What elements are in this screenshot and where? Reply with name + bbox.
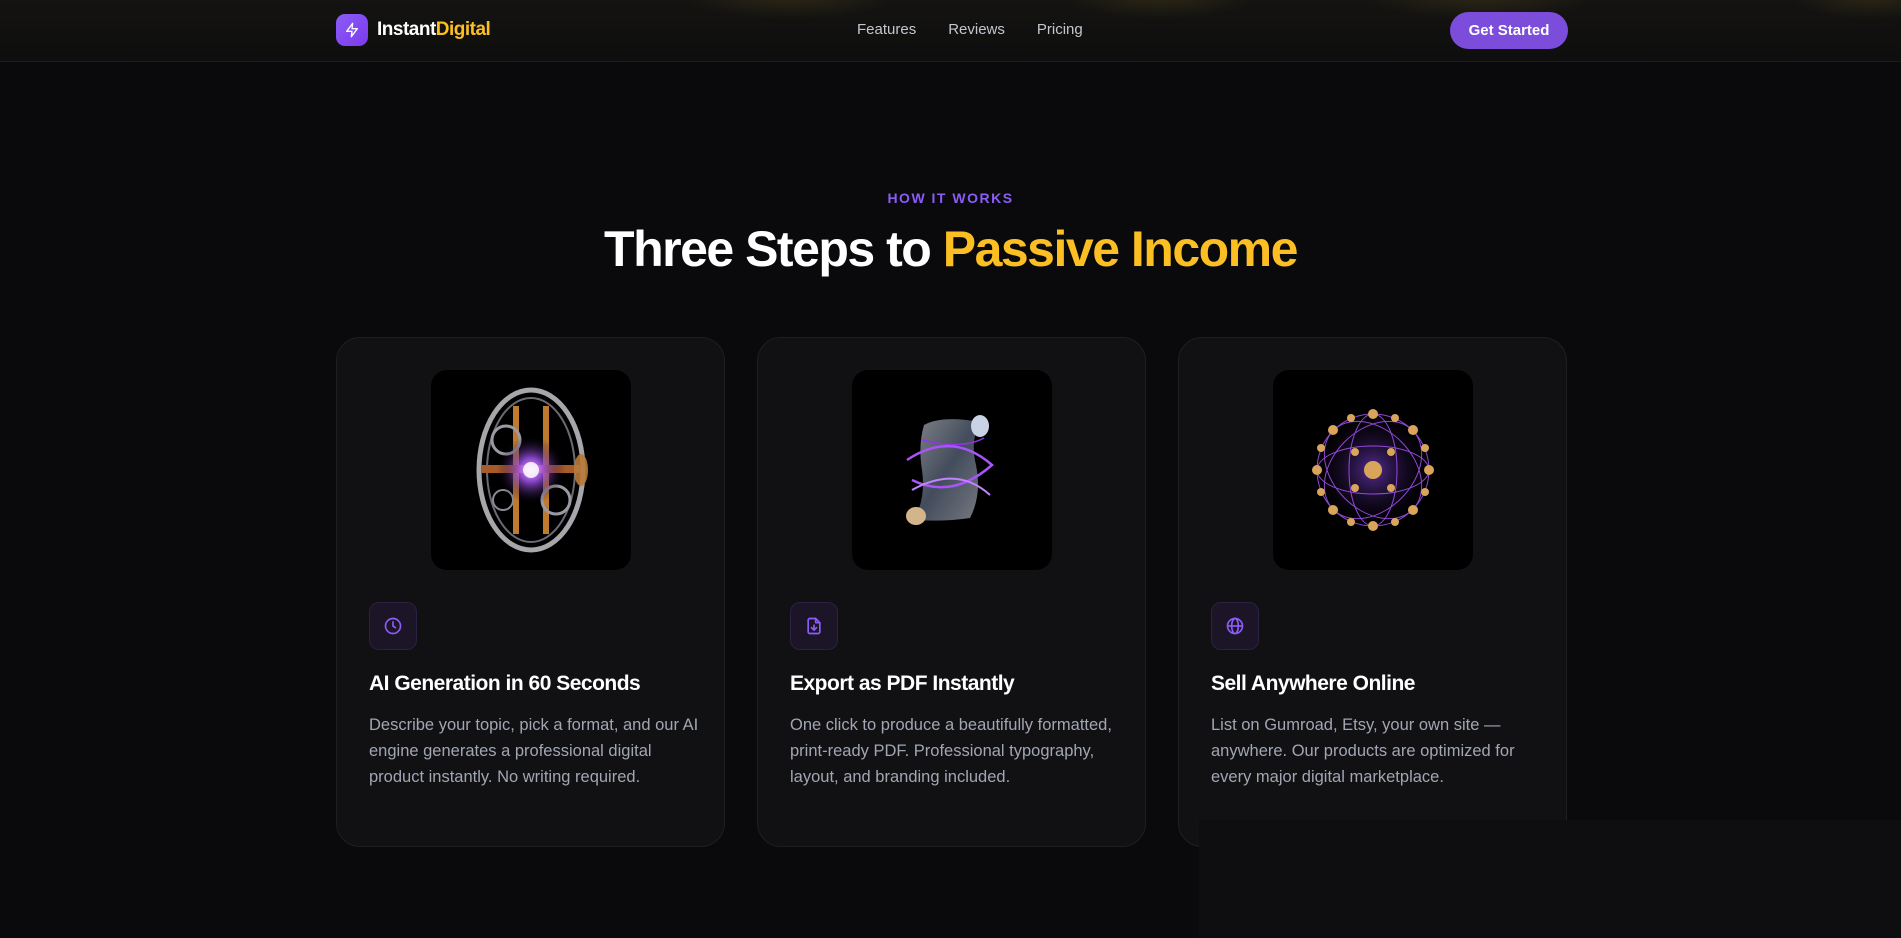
step-2-title: Export as PDF Instantly: [790, 672, 1015, 695]
lightning-icon: [336, 14, 368, 46]
brand-name: InstantDigital: [377, 19, 491, 41]
step-card-2: Export as PDF Instantly One click to pro…: [757, 337, 1146, 847]
file-download-icon: [790, 602, 838, 650]
header-glow: [1060, 0, 1260, 20]
clock-icon: [369, 602, 417, 650]
step-2-illustration: [852, 370, 1052, 570]
step-2-description: One click to produce a beautifully forma…: [790, 716, 1112, 786]
step-3-title: Sell Anywhere Online: [1211, 672, 1415, 695]
logo-link[interactable]: InstantDigital: [336, 14, 491, 46]
header-glow: [680, 0, 900, 20]
header-glow: [1790, 0, 1901, 20]
section-eyebrow: HOW IT WORKS: [887, 190, 1014, 206]
brand-name-part1: Instant: [377, 19, 436, 40]
step-3-description: List on Gumroad, Etsy, your own site — a…: [1211, 716, 1515, 786]
section-title: Three Steps to Passive Income: [0, 220, 1901, 278]
step-1-description: Describe your topic, pick a format, and …: [369, 716, 699, 786]
page: InstantDigital Features Reviews Pricing …: [0, 0, 1901, 938]
corner-overlay: [1199, 820, 1901, 938]
section-title-part1: Three Steps to: [604, 221, 943, 277]
nav-link-pricing[interactable]: Pricing: [1037, 21, 1083, 38]
section-title-highlight: Passive Income: [942, 221, 1299, 277]
nav-link-features[interactable]: Features: [857, 21, 916, 38]
site-header: InstantDigital Features Reviews Pricing …: [0, 0, 1901, 62]
step-card-1: AI Generation in 60 Seconds Describe you…: [336, 337, 725, 847]
main-nav: Features Reviews Pricing: [857, 21, 1083, 38]
globe-icon: [1211, 602, 1259, 650]
step-card-3: Sell Anywhere Online List on Gumroad, Et…: [1178, 337, 1567, 847]
nav-link-reviews[interactable]: Reviews: [948, 21, 1005, 38]
brand-name-part2: Digital: [435, 19, 491, 40]
get-started-button[interactable]: Get Started: [1450, 12, 1568, 49]
step-1-illustration: [431, 370, 631, 570]
step-3-illustration: [1273, 370, 1473, 570]
step-1-title: AI Generation in 60 Seconds: [369, 672, 641, 695]
